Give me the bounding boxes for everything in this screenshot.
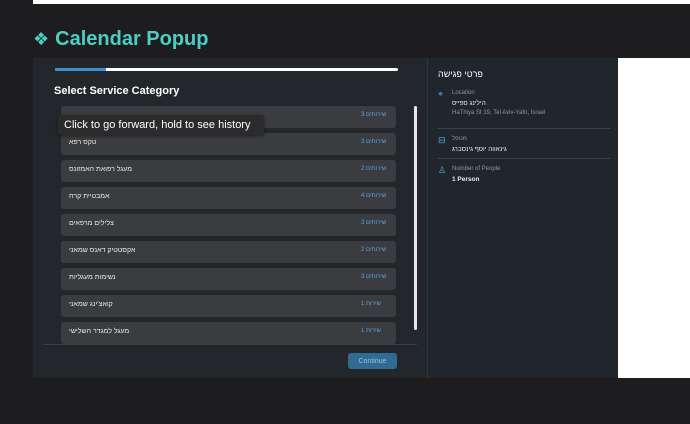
- section-title: Select Service Category: [54, 85, 180, 97]
- top-bar: [33, 0, 690, 4]
- category-item[interactable]: אקסטטיק דאנס שמאני שירותים 2: [61, 241, 396, 263]
- details-title: פרטי פגישה: [438, 69, 483, 79]
- category-item[interactable]: מעגל רפואת האמזונס שירותים 2: [61, 160, 396, 182]
- category-count: שירותים 3: [361, 274, 387, 280]
- location-label: Location: [452, 90, 475, 96]
- category-name: נשימות מעגליות: [69, 274, 116, 281]
- category-name: מעגל רפואת האמזונס: [69, 166, 133, 173]
- category-count: שירותים 2: [361, 166, 387, 172]
- category-name: טקס רפא: [69, 139, 97, 146]
- category-list: שירותים 3 טקס רפא שירותים 3 מעגל רפואת האמז…: [61, 106, 396, 349]
- tooltip: Click to go forward, hold to see history: [58, 115, 264, 135]
- category-name: אקסטטיק דאנס שמאני: [69, 247, 136, 254]
- page-title: Calendar Popup: [55, 28, 209, 50]
- category-count: שירות 1: [361, 301, 381, 307]
- divider: [438, 128, 610, 129]
- category-name: צלילים מרפאים: [69, 220, 114, 227]
- diamond-icon: ❖: [33, 29, 50, 49]
- category-count: שירותים 3: [361, 112, 387, 118]
- category-item[interactable]: צלילים מרפאים שירותים 3: [61, 214, 396, 236]
- calendar-popup: Select Service Category שירותים 3 טקס רפא…: [33, 58, 618, 378]
- category-name: אמבטיית קרח: [69, 193, 110, 200]
- category-item[interactable]: נשימות מעגליות שירותים 3: [61, 268, 396, 290]
- facilitator-name: גינאווה יוסף גינסברג: [452, 146, 507, 153]
- details-panel: פרטי פגישה ⌖ Location הילינג ספייס HaThi…: [427, 58, 618, 378]
- category-count: שירותים 3: [361, 139, 387, 145]
- category-panel: Select Service Category שירותים 3 טקס רפא…: [33, 58, 427, 378]
- briefcase-icon: ⊟: [438, 135, 446, 145]
- category-count: שירותים 3: [361, 220, 387, 226]
- category-item[interactable]: מעגל למגדר השלישי שירות 1: [61, 322, 396, 344]
- category-count: שירות 1: [361, 328, 381, 334]
- scrollbar[interactable]: [414, 106, 417, 330]
- divider: [438, 158, 610, 159]
- location-address: HaThiya St 19, Tel Aviv-Yafo, Israel: [452, 110, 546, 116]
- location-name: הילינג ספייס: [452, 100, 486, 107]
- people-label: Number of People: [452, 166, 501, 172]
- category-count: שירותים 2: [361, 247, 387, 253]
- progress-fill: [55, 68, 107, 71]
- location-pin-icon: ⌖: [438, 89, 444, 99]
- person-icon: ♙: [438, 165, 447, 175]
- category-count: שירותים 4: [361, 193, 387, 199]
- page-heading: ❖ Calendar Popup: [33, 27, 209, 51]
- progress-bar: [55, 68, 398, 71]
- divider: [43, 344, 417, 345]
- people-value: 1 Person: [452, 176, 480, 183]
- continue-button[interactable]: Continue: [348, 353, 397, 369]
- category-name: קואצ'ינג שמאני: [69, 301, 113, 308]
- facilitator-label: מטפל: [452, 136, 467, 142]
- blank-panel: [618, 58, 690, 378]
- category-name: מעגל למגדר השלישי: [69, 328, 130, 335]
- category-item[interactable]: אמבטיית קרח שירותים 4: [61, 187, 396, 209]
- category-item[interactable]: טקס רפא שירותים 3: [61, 133, 396, 155]
- category-item[interactable]: קואצ'ינג שמאני שירות 1: [61, 295, 396, 317]
